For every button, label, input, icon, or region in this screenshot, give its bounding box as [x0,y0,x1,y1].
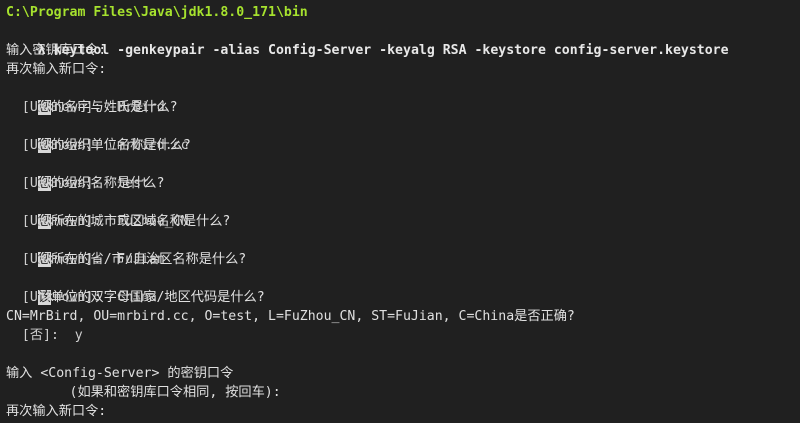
command-line: λ keytool -genkeypair -alias Config-Serv… [6,22,729,58]
confirm-answer: [否]: y [6,328,83,343]
keystore-password-prompt: 输入密钥库口令: [6,43,107,58]
question-name: 您的名字与姓氏是什么? [6,79,178,115]
answer-org-unit: [Unknown]: mrbird.cc [6,138,189,153]
answer-country: [Unknown]: China [6,290,157,305]
prompt-path: C:\Program Files\Java\jdk1.8.0_171\bin [6,5,308,20]
answer-org: [Unknown]: test [6,176,149,191]
question-org: 您的组织名称是什么? [6,155,164,191]
command-text: keytool -genkeypair -alias Config-Server… [45,43,729,58]
confirm-prompt: CN=MrBird, OU=mrbird.cc, O=test, L=FuZho… [6,309,575,324]
question-org-unit: 您的组织单位名称是什么? [6,117,191,153]
reenter-new-password-prompt: 再次输入新口令: [6,404,107,419]
key-password-prompt: 输入 <Config-Server> 的密钥口令 [6,366,234,381]
question-country: 该单位的双字母国家/地区代码是什么? [6,269,265,305]
question-province: 您所在的省/市/自治区名称是什么? [6,231,246,267]
answer-name: [Unknown]: MrBird [6,100,165,115]
answer-province: [Unknown]: FuJian [6,252,165,267]
key-password-hint: (如果和密钥库口令相同, 按回车): [6,385,281,400]
question-city: 您所在的城市或区域名称是什么? [6,193,230,229]
answer-city: [Unknown]: FuZhou_CN [6,214,189,229]
terminal-window[interactable]: C:\Program Files\Java\jdk1.8.0_171\bin λ… [0,0,800,423]
reenter-password-prompt: 再次输入新口令: [6,62,107,77]
